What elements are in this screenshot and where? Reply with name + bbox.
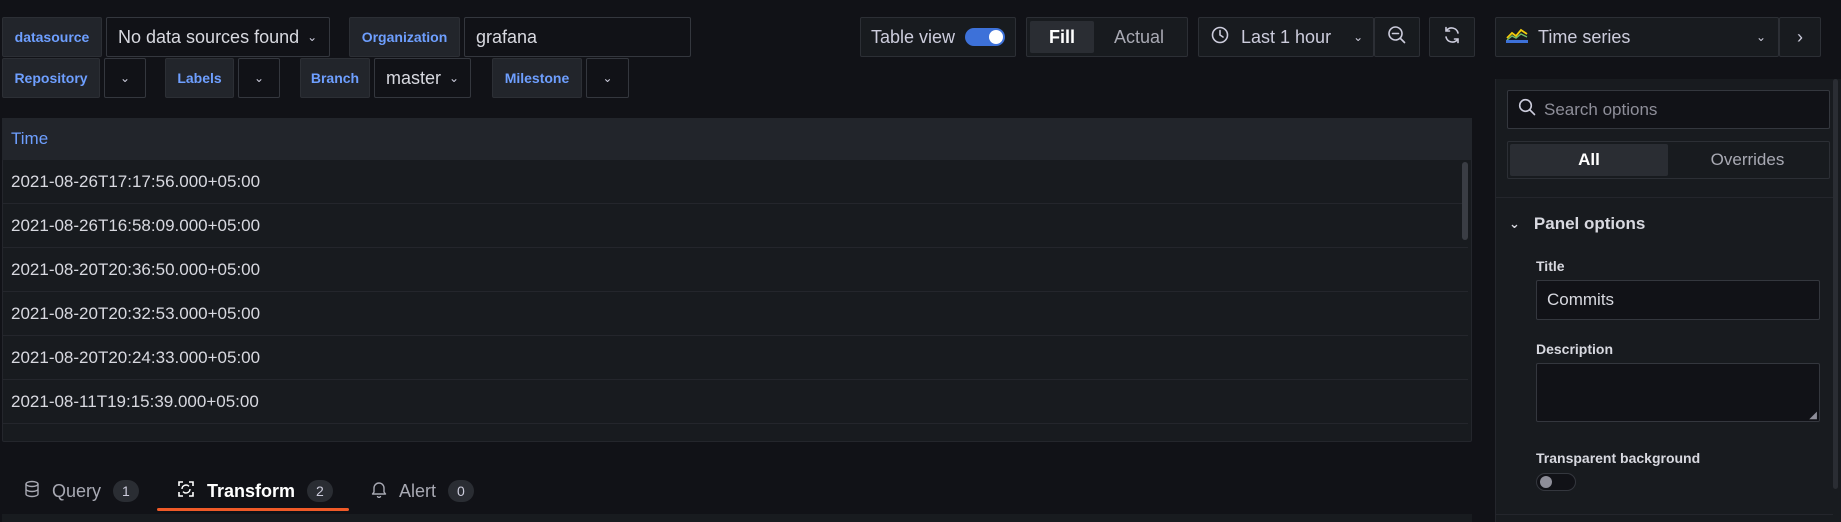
time-series-icon [1506, 27, 1528, 48]
tab-query[interactable]: Query 1 [24, 474, 139, 508]
fill-actual-radio-group: Fill Actual [1026, 17, 1188, 57]
transform-icon [177, 480, 195, 503]
table-row: 2021-08-20T20:24:33.000+05:00 [2, 336, 1468, 380]
tab-transform-label: Transform [207, 480, 296, 501]
refresh-button[interactable] [1429, 17, 1475, 57]
chevron-down-icon: ⌄ [1509, 216, 1520, 231]
table-cell: 2021-08-20T20:24:33.000+05:00 [11, 347, 261, 367]
search-options-input[interactable]: Search options [1507, 90, 1830, 129]
branch-variable-label: Branch [300, 58, 370, 98]
panel-options-title: Panel options [1533, 214, 1646, 233]
tab-alert[interactable]: Alert 0 [371, 474, 474, 508]
tab-query-count: 1 [113, 480, 139, 502]
tab-overrides[interactable]: Overrides [1668, 144, 1827, 176]
organization-variable-input[interactable]: grafana [464, 17, 691, 57]
toggle-knob [989, 30, 1003, 44]
chevron-down-icon: ⌄ [1353, 30, 1364, 44]
table-cell: 2021-08-11T19:15:39.000+05:00 [11, 391, 259, 411]
chevron-down-icon: ⌄ [1755, 30, 1766, 44]
table-row: 2021-08-20T20:32:53.000+05:00 [2, 292, 1468, 336]
datasource-variable-value: No data sources found [118, 26, 300, 47]
table-scrollbar[interactable] [1462, 162, 1468, 240]
title-field-label: Title [1536, 258, 1565, 274]
tab-query-label: Query [52, 480, 102, 501]
tab-all[interactable]: All [1510, 144, 1668, 176]
milestone-variable-label: Milestone [492, 58, 582, 98]
active-tab-underline [157, 508, 349, 511]
zoom-out-icon [1387, 25, 1407, 50]
all-overrides-radio-group: All Overrides [1507, 141, 1830, 179]
chevron-down-icon: ⌄ [307, 30, 318, 44]
time-column-header: Time [11, 129, 49, 148]
options-divider [1496, 197, 1833, 198]
clock-icon [1211, 26, 1229, 49]
table-row: 2021-08-11T19:15:39.000+05:00 [2, 380, 1468, 424]
table-cell: 2021-08-20T20:36:50.000+05:00 [11, 259, 261, 279]
time-range-label: Last 1 hour [1241, 26, 1332, 47]
search-icon [1518, 98, 1536, 121]
labels-variable-label: Labels [165, 58, 234, 98]
tab-all-label: All [1578, 150, 1600, 169]
table-row: 2021-08-20T20:36:50.000+05:00 [2, 248, 1468, 292]
bell-icon [371, 480, 387, 503]
chevron-down-icon: ⌄ [119, 71, 131, 85]
table-header[interactable]: Time [2, 118, 1472, 160]
chevron-down-icon: ⌄ [449, 71, 460, 85]
labels-variable-select[interactable]: ⌄ [238, 58, 280, 98]
tab-transform-count: 2 [307, 480, 333, 502]
title-input[interactable]: Commits [1536, 280, 1820, 320]
refresh-icon [1442, 25, 1462, 50]
repository-variable-label: Repository [2, 58, 100, 98]
branch-variable-select[interactable]: master ⌄ [374, 58, 471, 98]
tab-overrides-label: Overrides [1710, 150, 1785, 169]
table-view-toggle-container[interactable]: Table view [860, 17, 1016, 57]
actual-radio-button[interactable]: Actual [1094, 21, 1184, 53]
tab-alert-label: Alert [399, 480, 437, 501]
options-scrollbar[interactable] [1833, 79, 1838, 489]
organization-variable-label: Organization [349, 17, 460, 57]
transparent-background-toggle[interactable] [1536, 473, 1576, 491]
visualization-picker[interactable]: Time series ⌄ [1495, 17, 1779, 57]
bottom-panel-edge [2, 514, 1472, 522]
time-range-picker[interactable]: Last 1 hour ⌄ [1198, 17, 1374, 57]
toggle-knob [1540, 476, 1552, 488]
table-cell: 2021-08-20T20:32:53.000+05:00 [11, 303, 261, 323]
table-cell: 2021-08-26T17:17:56.000+05:00 [11, 171, 261, 191]
transparent-background-label: Transparent background [1536, 450, 1701, 466]
repository-variable-select[interactable]: ⌄ [104, 58, 146, 98]
datasource-variable-label: datasource [2, 17, 102, 57]
description-field-label: Description [1536, 341, 1614, 357]
zoom-out-button[interactable] [1374, 17, 1420, 57]
options-divider [1496, 514, 1833, 515]
tab-transform[interactable]: Transform 2 [177, 474, 333, 508]
organization-variable-value: grafana [476, 26, 538, 47]
chevron-right-icon: › [1797, 26, 1803, 47]
title-input-value: Commits [1547, 290, 1615, 309]
datasource-variable-select[interactable]: No data sources found ⌄ [106, 17, 330, 57]
fill-radio-button[interactable]: Fill [1030, 21, 1094, 53]
table-row: 2021-08-26T16:58:09.000+05:00 [2, 204, 1468, 248]
milestone-variable-select[interactable]: ⌄ [586, 58, 629, 98]
branch-variable-value: master [386, 67, 442, 88]
resize-handle-icon[interactable]: ◢ [1809, 410, 1817, 421]
chevron-down-icon: ⌄ [602, 71, 613, 85]
table-cell: 2021-08-26T16:58:09.000+05:00 [11, 215, 261, 235]
description-textarea[interactable]: ◢ [1536, 363, 1820, 422]
tab-alert-count: 0 [448, 480, 474, 502]
collapse-options-button[interactable]: › [1779, 17, 1821, 57]
table-view-toggle[interactable] [965, 28, 1005, 46]
panel-options-section-header[interactable]: ⌄ Panel options [1509, 212, 1645, 236]
table-row: 2021-08-26T17:17:56.000+05:00 [2, 160, 1468, 204]
fill-label: Fill [1049, 26, 1075, 47]
search-placeholder: Search options [1544, 99, 1658, 119]
actual-label: Actual [1113, 26, 1165, 47]
database-icon [24, 480, 40, 503]
chevron-down-icon: ⌄ [253, 71, 265, 85]
table-view-label: Table view [871, 26, 956, 47]
visualization-label: Time series [1538, 26, 1631, 47]
